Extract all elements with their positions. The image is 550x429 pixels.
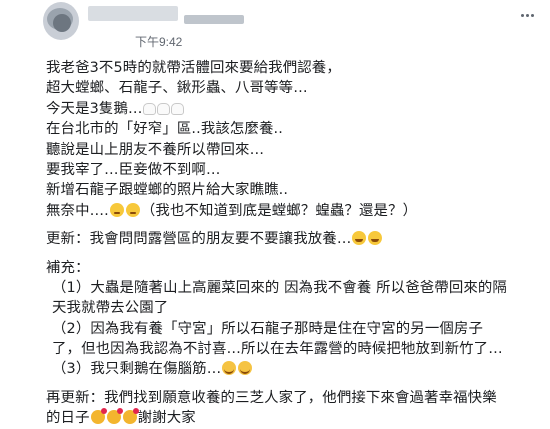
post-timestamp[interactable]: 下午9:42 — [135, 33, 182, 50]
post-line: 今天是3隻鵝… — [46, 99, 536, 119]
palms-up-icon — [142, 101, 185, 121]
smiling-face-with-hearts-icon — [122, 408, 139, 425]
downcast-face-icon — [109, 202, 124, 217]
supplement-line: （2）因為我有養「守宮」所以石龍子那時是住在守宮的另一個房子 — [52, 320, 483, 337]
grinning-face-icon — [352, 231, 367, 246]
author-name-blurred[interactable] — [88, 6, 244, 24]
supplement-line: 了，但也因為我認為不討喜…所以在去年露營的時候把牠放到新竹了… — [52, 341, 503, 358]
post-body: 我老爸3不5時的就帶活體回來要給我們認養， 超大螳螂、石龍子、鍬形蟲、八哥等等…… — [46, 58, 536, 429]
facebook-post: 下午9:42 我老爸3不5時的就帶活體回來要給我們認養， 超大螳螂、石龍子、鍬形… — [0, 0, 550, 426]
post-line: 要我宰了…臣妾做不到啊… — [46, 161, 221, 178]
post-line: 在台北市的「好窄」區..我該怎麼養.. — [46, 121, 284, 138]
smiling-face-with-hearts-icon — [90, 408, 107, 425]
post-line: 無奈中…. （我也不知道到底是螳螂？蝗蟲？還是？） — [46, 202, 418, 219]
smiling-face-icon — [222, 361, 237, 376]
smiling-face-icon — [238, 361, 253, 376]
post-line: 聽說是山上朋友不養所以帶回來… — [46, 141, 265, 158]
avatar[interactable] — [43, 2, 79, 40]
supplement-title: 補充： — [46, 259, 90, 276]
smiling-face-with-hearts-icon — [106, 408, 123, 425]
post-line: 我老爸3不5時的就帶活體回來要給我們認養， — [46, 60, 341, 76]
more-dots-icon — [520, 13, 524, 17]
downcast-face-icon — [125, 202, 140, 217]
post-line: 超大螳螂、石龍子、鍬形蟲、八哥等等… — [46, 80, 308, 97]
supplement-line: （1）大蟲是隨著山上高麗菜回來的 因為我不會養 所以爸爸帶回來的隔 — [52, 279, 507, 296]
update-line: 更新：我會問問露營區的朋友要不要讓我放養… — [46, 229, 536, 249]
supplement-line: （3）我只剩鵝在傷腦筋… — [46, 359, 536, 379]
update2-line: 再更新：我們找到願意收養的三芝人家了，他們接下來會過著幸福快樂 — [46, 389, 497, 406]
supplement-line: 天我就帶去公園了 — [52, 300, 169, 317]
post-line: 新增石龍子跟螳螂的照片給大家瞧瞧.. — [46, 182, 289, 199]
grinning-face-icon — [368, 231, 383, 246]
more-options-button[interactable] — [516, 6, 538, 24]
update2-line: 的日子 謝謝大家 — [46, 408, 196, 427]
